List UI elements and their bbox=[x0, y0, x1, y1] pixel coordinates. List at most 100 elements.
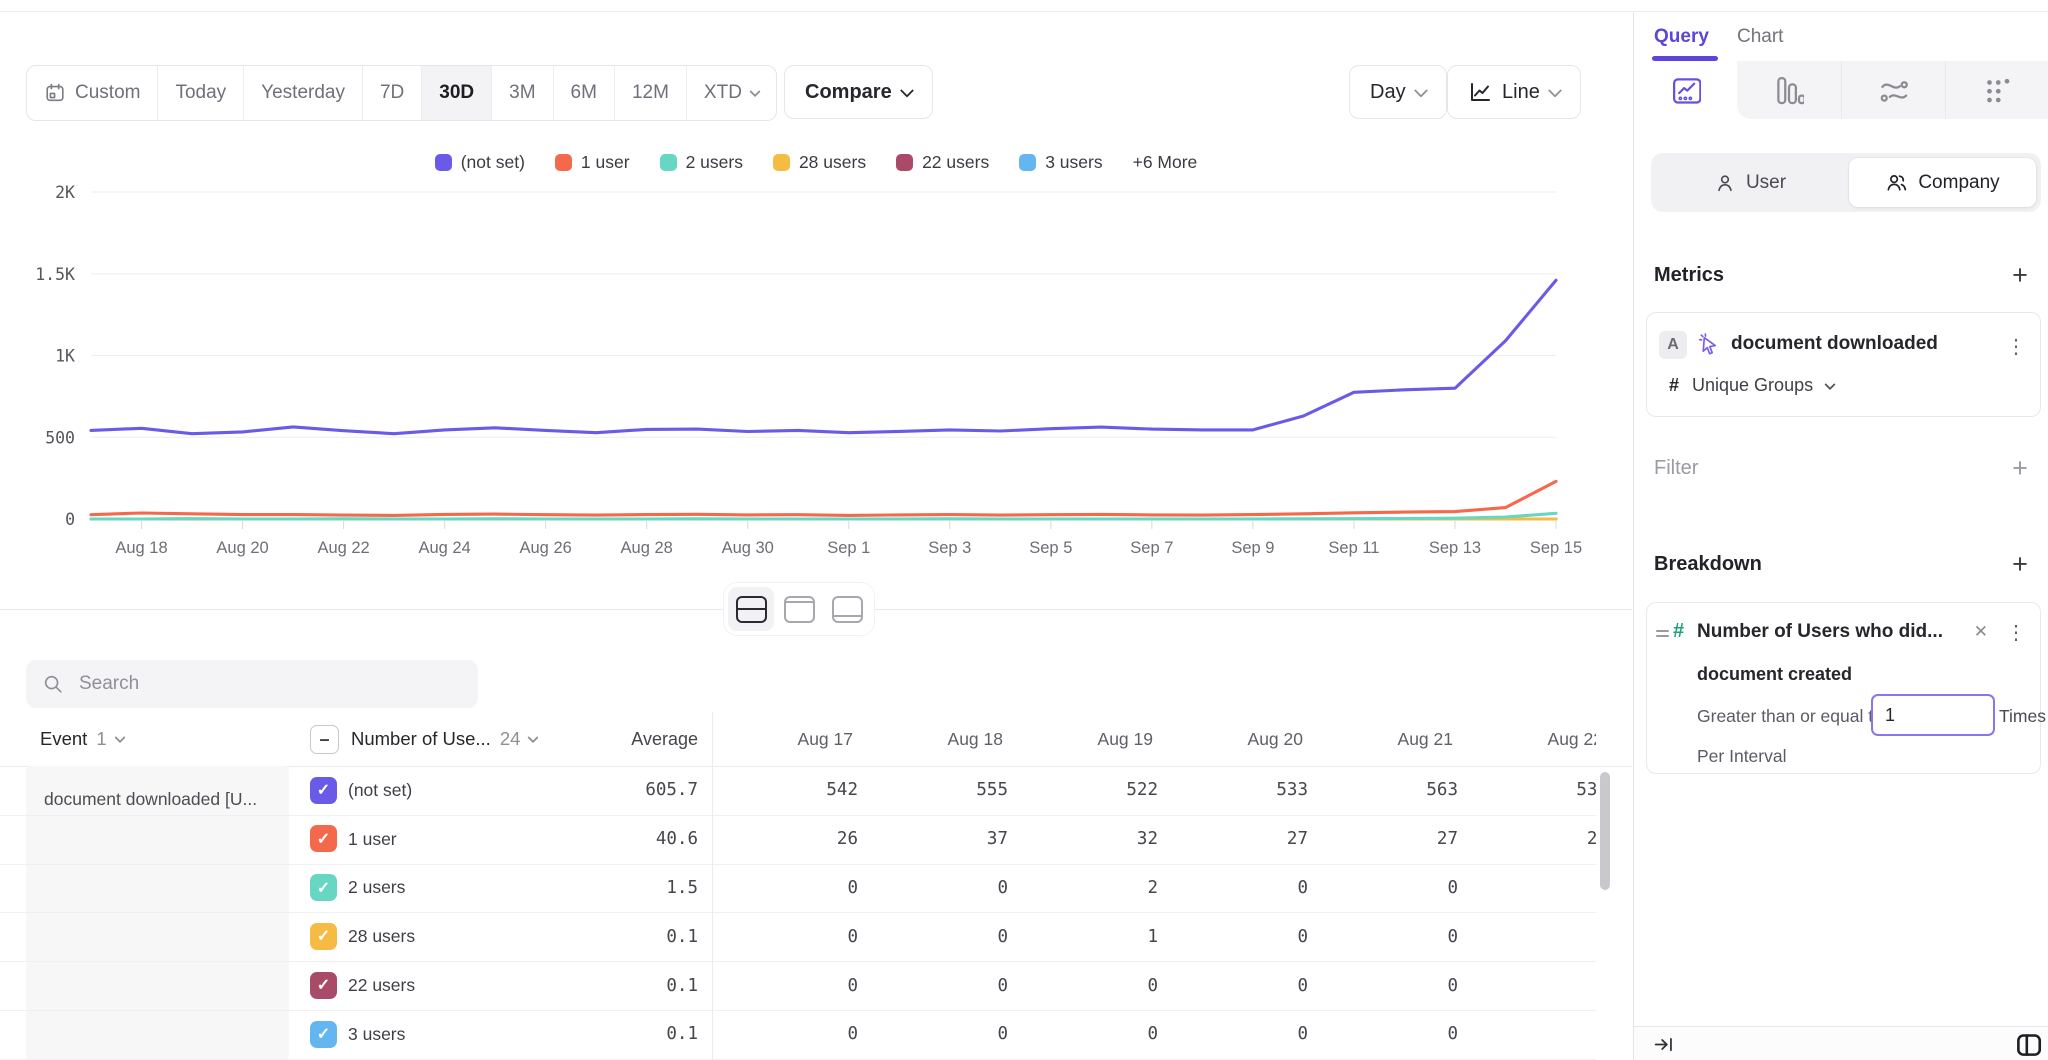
metric-event-name: document downloaded bbox=[1731, 333, 1938, 355]
svg-text:Aug 26: Aug 26 bbox=[520, 539, 572, 557]
range-6m[interactable]: 6M bbox=[553, 66, 614, 120]
search-box bbox=[26, 660, 478, 708]
aggregation-dropdown[interactable]: # Unique Groups bbox=[1669, 375, 1834, 396]
split-view-button[interactable] bbox=[728, 587, 774, 631]
tab-chart[interactable]: Chart bbox=[1737, 26, 1783, 48]
series-label: 1 user bbox=[348, 815, 397, 864]
average-value: 0.1 bbox=[558, 961, 698, 1010]
scope-option-user[interactable]: User bbox=[1651, 153, 1849, 212]
panel-footer bbox=[1634, 1026, 2048, 1060]
breakdown-card: # Number of Users who did... ✕ ⋮ documen… bbox=[1646, 602, 2041, 774]
range-label: 3M bbox=[509, 82, 535, 104]
svg-text:Sep 13: Sep 13 bbox=[1429, 539, 1481, 557]
data-cell: 0 bbox=[1318, 912, 1458, 961]
bottom-panel-view-button[interactable] bbox=[824, 587, 870, 631]
date-column-header: Aug 19 bbox=[1018, 712, 1153, 766]
chart-type-button[interactable]: Line bbox=[1447, 65, 1581, 119]
add-metric-button[interactable]: + bbox=[2007, 262, 2033, 288]
data-cell: 0 bbox=[718, 864, 858, 913]
range-12m[interactable]: 12M bbox=[614, 66, 686, 120]
data-cell: 26 bbox=[718, 815, 858, 864]
chart-type-label: Line bbox=[1502, 81, 1540, 104]
series-checkbox[interactable]: ✓ bbox=[310, 1021, 337, 1048]
breakdown-kebab-menu[interactable]: ⋮ bbox=[2006, 623, 2026, 643]
svg-text:Aug 30: Aug 30 bbox=[722, 539, 774, 557]
data-cell: 0 bbox=[1168, 961, 1308, 1010]
add-breakdown-button[interactable]: + bbox=[2007, 551, 2033, 577]
scope-option-company[interactable]: Company bbox=[1849, 158, 2036, 207]
data-cell: 28 bbox=[1468, 815, 1596, 864]
toggle-sidebar-icon[interactable] bbox=[2015, 1031, 2042, 1058]
average-value: 40.6 bbox=[558, 815, 698, 864]
data-cell: 0 bbox=[1468, 864, 1596, 913]
range-today[interactable]: Today bbox=[157, 66, 243, 120]
chevron-down-icon bbox=[1548, 84, 1562, 98]
table-row: ✓28 users0.1001000 bbox=[0, 912, 1596, 962]
breakdown-per-interval-label: Per Interval bbox=[1697, 746, 1786, 767]
scope-toggle: User Company bbox=[1651, 153, 2041, 212]
range-xtd[interactable]: XTD bbox=[686, 66, 776, 120]
svg-text:0: 0 bbox=[65, 510, 75, 529]
series-checkbox[interactable]: ✓ bbox=[310, 923, 337, 950]
data-cell: 563 bbox=[1318, 766, 1458, 815]
chart-type-tab-dot-grid[interactable] bbox=[1945, 61, 2048, 119]
add-filter-button[interactable]: + bbox=[2007, 455, 2033, 481]
remove-breakdown-button[interactable]: ✕ bbox=[1974, 622, 1988, 642]
svg-text:1K: 1K bbox=[55, 347, 75, 366]
flow-icon bbox=[1878, 75, 1908, 105]
range-label: Yesterday bbox=[261, 82, 345, 104]
range-custom[interactable]: Custom bbox=[27, 66, 157, 120]
data-cell: 0 bbox=[1168, 864, 1308, 913]
chart-type-tab-bar-chart[interactable] bbox=[1737, 61, 1840, 119]
range-label: 6M bbox=[571, 82, 597, 104]
metric-card: A document downloaded ⋮ # Unique Groups bbox=[1646, 312, 2041, 417]
metrics-heading: Metrics bbox=[1654, 264, 1724, 287]
svg-text:Sep 1: Sep 1 bbox=[827, 539, 870, 557]
data-cell: 0 bbox=[868, 1010, 1008, 1059]
range-7d[interactable]: 7D bbox=[362, 66, 421, 120]
range-3m[interactable]: 3M bbox=[491, 66, 552, 120]
breakdown-event-name: document created bbox=[1697, 664, 1852, 685]
chart-type-tabs bbox=[1634, 61, 2048, 119]
compare-button[interactable]: Compare bbox=[784, 65, 933, 119]
line-chart: 05001K1.5K2KAug 18Aug 20Aug 22Aug 24Aug … bbox=[0, 140, 1632, 570]
metric-kebab-menu[interactable]: ⋮ bbox=[2006, 337, 2026, 357]
range-label: Today bbox=[175, 82, 226, 104]
granularity-button[interactable]: Day bbox=[1349, 65, 1447, 119]
data-cell: 1 bbox=[1018, 912, 1158, 961]
query-panel: Query Chart User Company Metrics + A doc… bbox=[1633, 12, 2048, 1060]
table-row: ✓3 users0.1000000 bbox=[0, 1010, 1596, 1060]
range-30d[interactable]: 30D bbox=[421, 66, 491, 120]
data-cell: 0 bbox=[718, 1010, 858, 1059]
svg-text:Aug 22: Aug 22 bbox=[317, 539, 369, 557]
series-line-1-user bbox=[91, 481, 1556, 515]
data-cell: 0 bbox=[868, 961, 1008, 1010]
data-cell: 0 bbox=[1018, 961, 1158, 1010]
data-cell: 0 bbox=[1168, 1010, 1308, 1059]
series-checkbox[interactable]: ✓ bbox=[310, 972, 337, 999]
series-checkbox[interactable]: ✓ bbox=[310, 777, 337, 804]
average-value: 1.5 bbox=[558, 864, 698, 913]
data-cell: 0 bbox=[868, 912, 1008, 961]
data-cell: 0 bbox=[1468, 912, 1596, 961]
series-checkbox[interactable]: ✓ bbox=[310, 825, 337, 852]
range-yesterday[interactable]: Yesterday bbox=[243, 66, 362, 120]
series-checkbox[interactable]: ✓ bbox=[310, 874, 337, 901]
series-line--not-set- bbox=[91, 280, 1556, 433]
top-panel-view-button[interactable] bbox=[776, 587, 822, 631]
chart-type-tab-flow[interactable] bbox=[1841, 61, 1945, 119]
tab-query[interactable]: Query bbox=[1654, 26, 1709, 48]
data-cell: 0 bbox=[1318, 864, 1458, 913]
granularity-label: Day bbox=[1370, 81, 1406, 104]
series-label: 3 users bbox=[348, 1010, 405, 1059]
drag-handle[interactable] bbox=[1656, 627, 1669, 640]
svg-text:500: 500 bbox=[45, 428, 75, 447]
data-cell: 542 bbox=[718, 766, 858, 815]
date-column-headers: Aug 17Aug 18Aug 19Aug 20Aug 21Aug 22 bbox=[0, 712, 1596, 766]
chart-type-tab-line-chart[interactable] bbox=[1634, 61, 1737, 119]
collapse-panel-icon[interactable] bbox=[1653, 1034, 1674, 1055]
table-scrollbar[interactable] bbox=[1600, 772, 1610, 890]
breakdown-value-input[interactable] bbox=[1871, 694, 1995, 736]
search-input[interactable] bbox=[77, 672, 462, 696]
compare-label: Compare bbox=[805, 81, 892, 104]
